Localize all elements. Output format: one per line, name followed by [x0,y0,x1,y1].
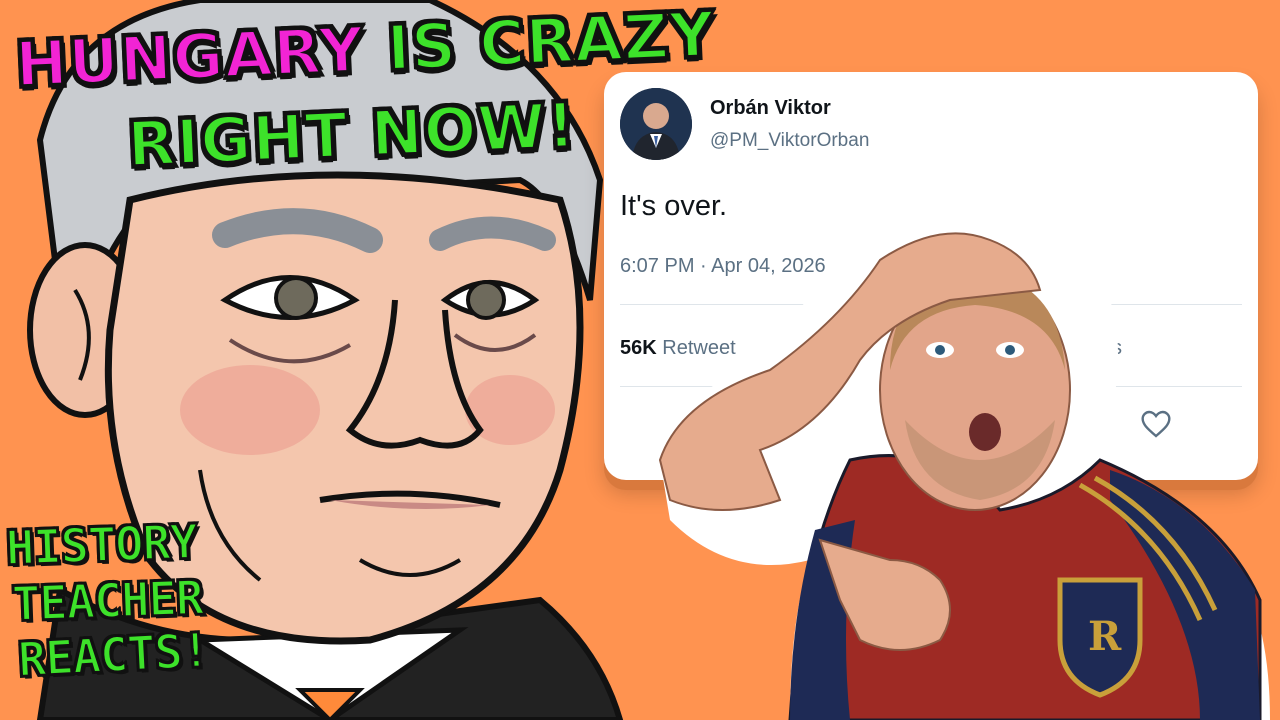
author-handle[interactable]: @PM_ViktorOrban [710,130,869,152]
caption-line-3: REACTS! [16,622,212,689]
svg-text:R: R [1088,613,1122,660]
author-avatar[interactable] [620,88,692,160]
thumbnail: Orbán Viktor @PM_ViktorOrban It's over. … [0,0,1280,720]
avatar-portrait-icon [620,88,692,160]
caption-line-1: HISTORY [4,514,199,578]
author-name[interactable]: Orbán Viktor [710,97,831,120]
headline-word-hungary: HUNGARY [13,11,368,102]
presenter-photo: R [658,228,1270,720]
caption-line-2: TEACHER [10,570,205,634]
headline-word-is-crazy: IS CRAZY [384,0,718,86]
